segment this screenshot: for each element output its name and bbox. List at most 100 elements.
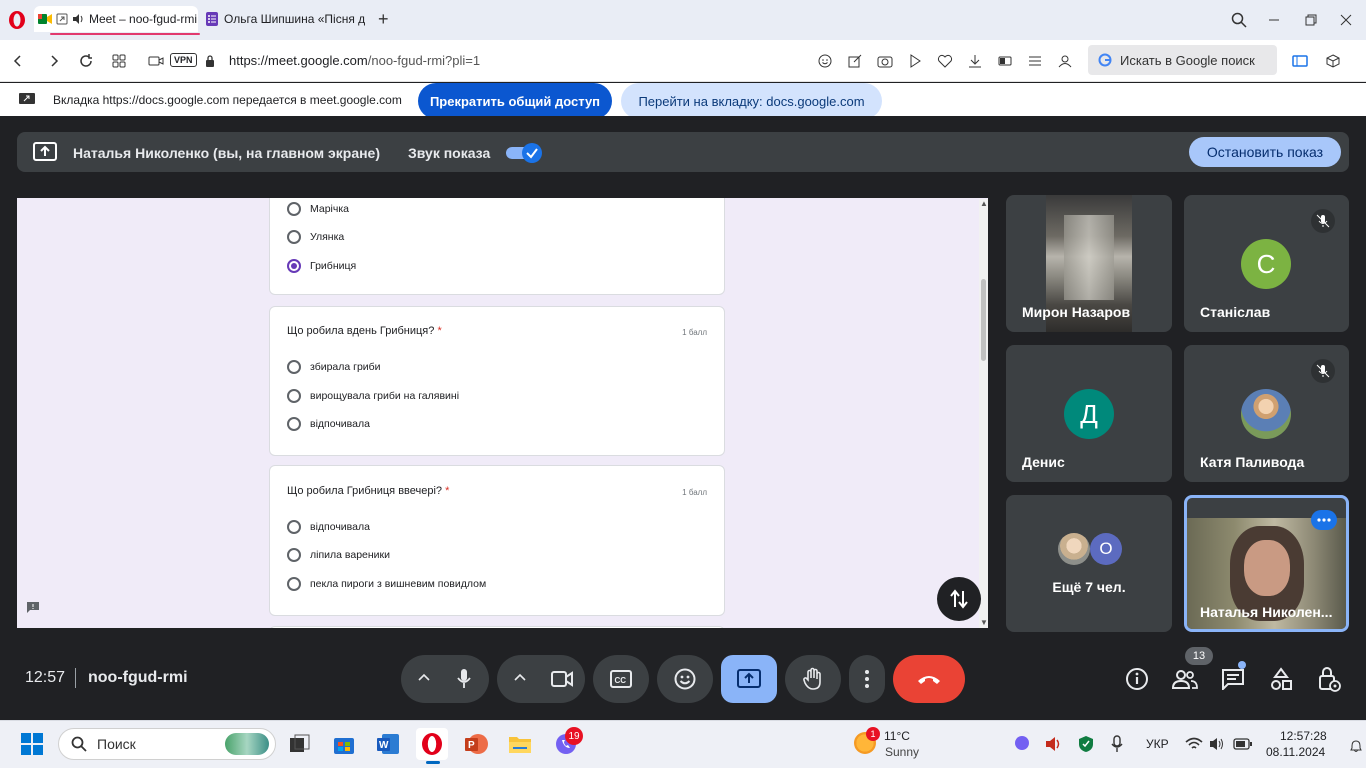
share-audio-toggle[interactable] xyxy=(505,143,543,163)
reload-icon[interactable] xyxy=(76,51,96,71)
minimize-icon[interactable] xyxy=(1264,10,1284,30)
activities-icon[interactable] xyxy=(1268,666,1294,692)
speaker-tray-icon[interactable] xyxy=(1209,737,1225,751)
scroll-down-icon[interactable]: ▼ xyxy=(980,618,988,627)
restore-icon[interactable] xyxy=(1301,10,1321,30)
word-icon[interactable]: W xyxy=(372,728,404,760)
raise-hand-button[interactable] xyxy=(785,655,841,703)
leave-call-button[interactable] xyxy=(893,655,965,703)
workspaces-icon[interactable] xyxy=(1290,51,1310,71)
shared-screen-scrollbar[interactable]: ▲ ▼ xyxy=(979,199,988,628)
start-button[interactable] xyxy=(16,728,48,760)
close-window-icon[interactable] xyxy=(1336,10,1356,30)
file-explorer-icon[interactable] xyxy=(504,728,536,760)
notification-bell-icon[interactable] xyxy=(1350,740,1362,752)
camera-indicator-icon[interactable] xyxy=(146,51,166,71)
viber-tray-icon[interactable] xyxy=(1014,735,1030,751)
camera-icon[interactable] xyxy=(551,670,573,688)
forward-icon[interactable] xyxy=(44,51,64,71)
clock-date[interactable]: 08.11.2024 xyxy=(1266,745,1325,759)
extensions-cube-icon[interactable] xyxy=(1323,51,1343,71)
clock-time[interactable]: 12:57:28 xyxy=(1280,729,1327,743)
host-controls-icon[interactable] xyxy=(1316,666,1342,692)
back-icon[interactable] xyxy=(8,51,28,71)
profile-icon[interactable] xyxy=(1055,51,1075,71)
pip-icon[interactable] xyxy=(56,13,68,25)
mic-tray-icon[interactable] xyxy=(1111,735,1123,753)
radio-option[interactable]: вирощувала гриби на галявині xyxy=(287,389,459,403)
go-to-tab-button[interactable]: Перейти на вкладку: docs.google.com xyxy=(621,83,882,119)
present-now-button[interactable] xyxy=(721,655,777,703)
more-options-icon[interactable] xyxy=(1311,510,1337,530)
radio-option[interactable]: Грибниця xyxy=(287,259,356,273)
self-tile[interactable]: Наталья Николен... xyxy=(1184,495,1349,632)
easy-setup-icon[interactable] xyxy=(1025,51,1045,71)
opera-logo-icon[interactable] xyxy=(8,10,26,30)
vpn-badge[interactable]: VPN xyxy=(170,53,197,67)
meeting-details-icon[interactable] xyxy=(1124,666,1150,692)
new-tab-button[interactable]: + xyxy=(378,10,396,28)
radio-button[interactable] xyxy=(287,360,301,374)
video-settings-chevron-icon[interactable] xyxy=(514,672,526,682)
radio-button[interactable] xyxy=(287,548,301,562)
radio-button[interactable] xyxy=(287,202,301,216)
radio-button-selected[interactable] xyxy=(287,259,301,273)
url-field[interactable]: https://meet.google.com/noo-fgud-rmi?pli… xyxy=(229,53,480,68)
radio-button[interactable] xyxy=(287,520,301,534)
radio-option[interactable]: збирала гриби xyxy=(287,360,381,374)
scrollbar-thumb[interactable] xyxy=(981,279,986,361)
participant-tile[interactable]: С Станіслав xyxy=(1184,195,1349,332)
radio-button[interactable] xyxy=(287,230,301,244)
stop-presenting-button[interactable]: Остановить показ xyxy=(1189,137,1341,167)
edit-icon[interactable] xyxy=(845,51,865,71)
swap-layout-button[interactable] xyxy=(937,577,981,621)
speaker-icon[interactable] xyxy=(72,13,84,25)
battery-icon[interactable] xyxy=(1233,738,1253,750)
radio-option[interactable]: Марічка xyxy=(287,202,349,216)
taskbar-search[interactable]: Поиск xyxy=(58,728,276,760)
opera-taskbar-icon[interactable] xyxy=(416,728,448,760)
powerpoint-icon[interactable]: P xyxy=(460,728,492,760)
volume-tray-icon[interactable] xyxy=(1045,736,1063,752)
participant-tile[interactable]: Д Денис xyxy=(1006,345,1172,482)
wifi-icon[interactable] xyxy=(1185,737,1203,751)
tab-forms[interactable]: Ольга Шипшина «Пісня д xyxy=(205,6,375,32)
radio-button[interactable] xyxy=(287,577,301,591)
chat-icon[interactable] xyxy=(1220,666,1246,692)
people-icon[interactable] xyxy=(1172,666,1198,692)
store-icon[interactable] xyxy=(328,728,360,760)
emoji-icon[interactable] xyxy=(815,51,835,71)
radio-option[interactable]: відпочивала xyxy=(287,520,370,534)
language-indicator[interactable]: УКР xyxy=(1146,737,1169,751)
microphone-icon[interactable] xyxy=(456,668,472,690)
battery-saver-icon[interactable] xyxy=(995,51,1015,71)
more-participants-tile[interactable]: О Ещё 7 чел. xyxy=(1006,495,1172,632)
speed-dial-icon[interactable] xyxy=(109,51,129,71)
task-view-icon[interactable] xyxy=(284,728,316,760)
weather-badge: 1 xyxy=(866,727,880,741)
radio-option[interactable]: ліпила вареники xyxy=(287,548,390,562)
participant-tile[interactable]: Катя Паливода xyxy=(1184,345,1349,482)
captions-button[interactable]: CC xyxy=(593,655,649,703)
more-options-button[interactable] xyxy=(849,655,885,703)
radio-button[interactable] xyxy=(287,417,301,431)
download-icon[interactable] xyxy=(965,51,985,71)
tab-search-icon[interactable] xyxy=(1229,10,1249,30)
google-search-box[interactable]: Искать в Google поиск xyxy=(1088,45,1277,75)
heart-icon[interactable] xyxy=(935,51,955,71)
reactions-button[interactable] xyxy=(657,655,713,703)
participant-tile[interactable]: Мирон Назаров xyxy=(1006,195,1172,332)
radio-option[interactable]: Улянка xyxy=(287,230,344,244)
lock-icon[interactable] xyxy=(200,51,220,71)
scroll-up-icon[interactable]: ▲ xyxy=(980,199,988,208)
tab-meet[interactable]: Meet – noo-fgud-rmi xyxy=(34,6,198,32)
radio-option[interactable]: відпочивала xyxy=(287,417,370,431)
radio-option[interactable]: пекла пироги з вишневим повидлом xyxy=(287,577,486,591)
stop-sharing-button[interactable]: Прекратить общий доступ xyxy=(418,83,612,119)
player-icon[interactable] xyxy=(905,51,925,71)
feedback-icon[interactable] xyxy=(26,601,40,613)
audio-settings-chevron-icon[interactable] xyxy=(418,672,430,682)
snapshot-icon[interactable] xyxy=(875,51,895,71)
security-tray-icon[interactable] xyxy=(1078,735,1094,753)
radio-button[interactable] xyxy=(287,389,301,403)
